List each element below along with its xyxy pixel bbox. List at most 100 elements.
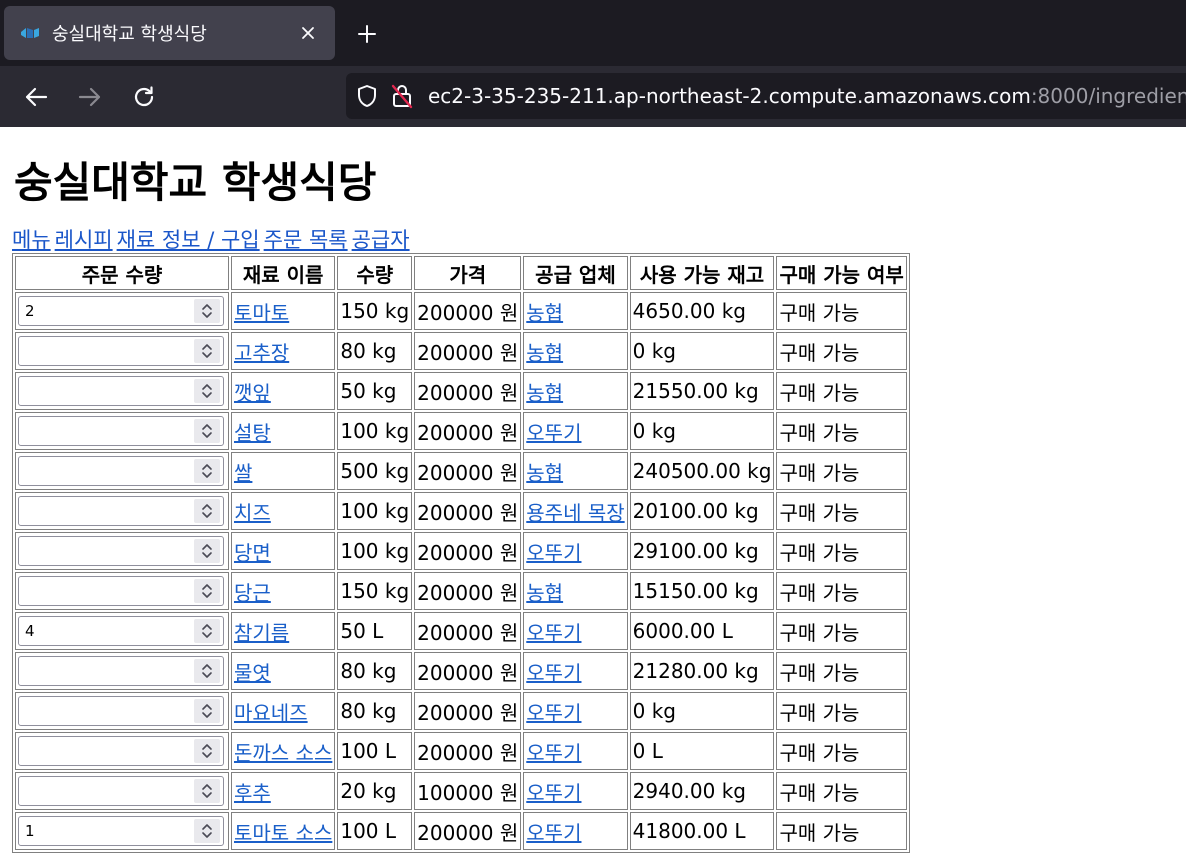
name-cell: 참기름 — [231, 612, 336, 651]
column-header: 공급 업체 — [523, 256, 628, 291]
quantity-stepper[interactable] — [18, 536, 224, 567]
table-row: 당면 100 kg 200000 원 오뚜기 29100.00 kg 구매 가능 — [15, 532, 907, 571]
table-row: 당근 150 kg 200000 원 농협 15150.00 kg 구매 가능 — [15, 572, 907, 611]
quantity-stepper[interactable]: 2 — [18, 296, 224, 327]
ingredient-name-link[interactable]: 당근 — [234, 581, 271, 605]
ingredient-name-link[interactable]: 토마토 — [234, 301, 289, 325]
nav-link-3[interactable]: 주문 목록 — [264, 228, 348, 252]
amount-cell: 80 kg — [337, 652, 413, 691]
amount-cell: 80 kg — [337, 692, 413, 731]
name-cell: 당근 — [231, 572, 336, 611]
page-title: 숭실대학교 학생식당 — [14, 158, 377, 207]
ingredient-name-link[interactable]: 치즈 — [234, 501, 271, 525]
quantity-stepper[interactable]: 1 — [18, 816, 224, 847]
ingredient-name-link[interactable]: 쌀 — [234, 461, 252, 485]
supplier-link[interactable]: 농협 — [526, 381, 563, 405]
quantity-stepper[interactable] — [18, 496, 224, 527]
ingredients-table: 주문 수량 재료 이름 수량 가격 공급 업체 사용 가능 재고 구매 가능 여부 2 토마토… — [12, 253, 910, 854]
order-qty-cell — [15, 572, 229, 611]
spin-chevron-icon[interactable] — [194, 779, 220, 804]
spin-chevron-icon[interactable] — [194, 819, 220, 844]
quantity-stepper[interactable] — [18, 336, 224, 367]
ingredient-name-link[interactable]: 돈까스 소스 — [234, 741, 332, 765]
ingredient-name-link[interactable]: 후추 — [234, 781, 271, 805]
insecure-lock-icon[interactable] — [390, 82, 414, 110]
quantity-stepper[interactable] — [18, 376, 224, 407]
tab-title: 숭실대학교 학생식당 — [52, 24, 207, 45]
quantity-value[interactable]: 1 — [19, 822, 194, 840]
browser-tab[interactable]: 숭실대학교 학생식당 — [4, 6, 335, 60]
supplier-link[interactable]: 농협 — [526, 301, 563, 325]
quantity-stepper[interactable] — [18, 776, 224, 807]
spin-chevron-icon[interactable] — [194, 739, 220, 764]
supplier-link[interactable]: 오뚜기 — [526, 701, 581, 725]
quantity-stepper[interactable]: 4 — [18, 616, 224, 647]
supplier-link[interactable]: 농협 — [526, 461, 563, 485]
spin-chevron-icon[interactable] — [194, 299, 220, 324]
site-nav: 메뉴 레시피 재료 정보 / 구입 주문 목록 공급자 — [12, 227, 1186, 253]
supplier-link[interactable]: 오뚜기 — [526, 541, 581, 565]
ingredient-name-link[interactable]: 깻잎 — [234, 381, 271, 405]
price-cell: 200000 원 — [414, 332, 522, 371]
nav-link-0[interactable]: 메뉴 — [12, 228, 51, 252]
supplier-link[interactable]: 농협 — [526, 581, 563, 605]
quantity-stepper[interactable] — [18, 576, 224, 607]
quantity-stepper[interactable] — [18, 456, 224, 487]
stock-cell: 0 kg — [629, 692, 775, 731]
supplier-link[interactable]: 오뚜기 — [526, 421, 581, 445]
spin-chevron-icon[interactable] — [194, 619, 220, 644]
supplier-link[interactable]: 오뚜기 — [526, 621, 581, 645]
quantity-stepper[interactable] — [18, 736, 224, 767]
nav-link-1[interactable]: 레시피 — [55, 228, 113, 252]
quantity-value[interactable]: 4 — [19, 622, 194, 640]
availability-cell: 구매 가능 — [776, 452, 907, 491]
ingredient-name-link[interactable]: 고추장 — [234, 341, 289, 365]
price-cell: 200000 원 — [414, 292, 522, 331]
ingredient-name-link[interactable]: 토마토 소스 — [234, 821, 332, 845]
url-text[interactable]: ec2-3-35-235-211.ap-northeast-2.compute.… — [428, 84, 1186, 108]
nav-link-4[interactable]: 공급자 — [352, 228, 410, 252]
spin-chevron-icon[interactable] — [194, 579, 220, 604]
ingredient-name-link[interactable]: 설탕 — [234, 421, 271, 445]
supplier-link[interactable]: 오뚜기 — [526, 781, 581, 805]
ingredient-name-link[interactable]: 물엿 — [234, 661, 271, 685]
price-cell: 200000 원 — [414, 692, 522, 731]
spin-chevron-icon[interactable] — [194, 459, 220, 484]
reload-icon[interactable] — [127, 80, 161, 114]
spin-chevron-icon[interactable] — [194, 379, 220, 404]
amount-cell: 100 kg — [337, 412, 413, 451]
close-icon[interactable] — [293, 18, 323, 48]
stock-cell: 21280.00 kg — [629, 652, 775, 691]
spin-chevron-icon[interactable] — [194, 339, 220, 364]
spin-chevron-icon[interactable] — [194, 659, 220, 684]
supplier-link[interactable]: 오뚜기 — [526, 741, 581, 765]
quantity-value[interactable]: 2 — [19, 302, 194, 320]
quantity-stepper[interactable] — [18, 416, 224, 447]
spin-chevron-icon[interactable] — [194, 699, 220, 724]
spin-chevron-icon[interactable] — [194, 539, 220, 564]
shield-icon[interactable] — [356, 82, 378, 110]
ingredient-name-link[interactable]: 참기름 — [234, 621, 289, 645]
back-arrow-icon[interactable] — [19, 80, 53, 114]
supplier-link[interactable]: 농협 — [526, 341, 563, 365]
plus-icon[interactable] — [348, 18, 386, 50]
supplier-cell: 오뚜기 — [523, 692, 628, 731]
stock-cell: 20100.00 kg — [629, 492, 775, 531]
table-row: 고추장 80 kg 200000 원 농협 0 kg 구매 가능 — [15, 332, 907, 371]
price-cell: 100000 원 — [414, 772, 522, 811]
price-cell: 200000 원 — [414, 412, 522, 451]
supplier-link[interactable]: 오뚜기 — [526, 661, 581, 685]
supplier-link[interactable]: 용주네 목장 — [526, 501, 624, 525]
spin-chevron-icon[interactable] — [194, 499, 220, 524]
spin-chevron-icon[interactable] — [194, 419, 220, 444]
ingredient-name-link[interactable]: 당면 — [234, 541, 271, 565]
ingredient-name-link[interactable]: 마요네즈 — [234, 701, 308, 725]
forward-arrow-icon[interactable] — [73, 80, 107, 114]
supplier-link[interactable]: 오뚜기 — [526, 821, 581, 845]
name-cell: 치즈 — [231, 492, 336, 531]
quantity-stepper[interactable] — [18, 656, 224, 687]
nav-link-2[interactable]: 재료 정보 / 구입 — [117, 228, 260, 252]
url-bar[interactable]: ec2-3-35-235-211.ap-northeast-2.compute.… — [346, 73, 1186, 119]
table-row: 2 토마토 150 kg 200000 원 농협 4650.00 kg 구매 가능 — [15, 292, 907, 331]
quantity-stepper[interactable] — [18, 696, 224, 727]
